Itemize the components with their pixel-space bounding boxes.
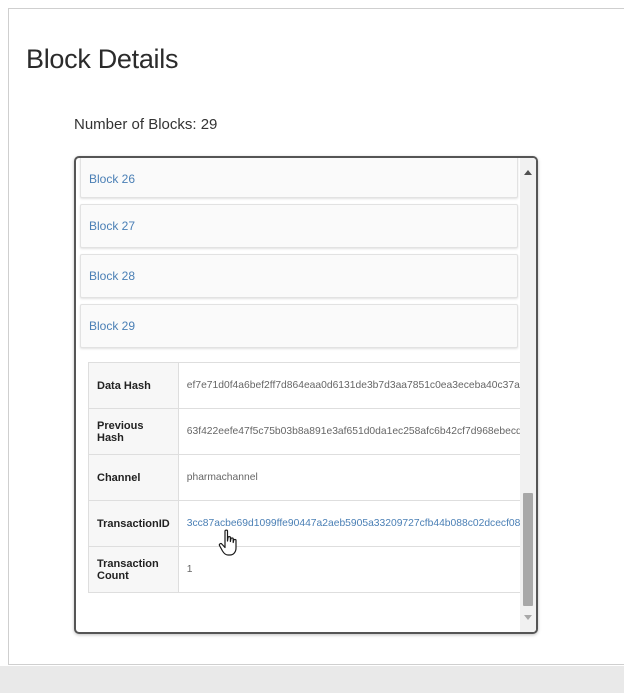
table-row: Previous Hash 63f422eefe47f5c75b03b8a891… [88, 408, 522, 455]
page-title: Block Details [26, 44, 179, 74]
block-item-26[interactable]: Block 26 [80, 158, 518, 198]
table-row: Transaction Count 1 [88, 546, 522, 593]
block-link[interactable]: Block 26 [89, 172, 135, 186]
table-row: TransactionID 3cc87acbe69d1099ffe90447a2… [88, 500, 522, 547]
table-row: Data Hash ef7e71d0f4a6bef2ff7d864eaa0d61… [88, 362, 522, 409]
block-details-table: Data Hash ef7e71d0f4a6bef2ff7d864eaa0d61… [88, 362, 522, 593]
vertical-scrollbar[interactable] [520, 158, 536, 632]
transaction-id-label: TransactionID [88, 500, 179, 547]
block-item-29[interactable]: Block 29 [80, 304, 518, 348]
arrow-down-icon[interactable] [524, 615, 532, 620]
transaction-id-link[interactable]: 3cc87acbe69d1099ffe90447a2aeb5905a332097… [177, 500, 522, 547]
block-link[interactable]: Block 27 [89, 219, 135, 233]
block-count-label: Number of Blocks: 29 [74, 116, 218, 133]
block-link[interactable]: Block 28 [89, 269, 135, 283]
block-item-28[interactable]: Block 28 [80, 254, 518, 298]
previous-hash-label: Previous Hash [88, 408, 179, 455]
channel-label: Channel [88, 454, 179, 501]
block-link[interactable]: Block 29 [89, 319, 135, 333]
table-row: Channel pharmachannel [88, 454, 522, 501]
scroll-thumb[interactable] [523, 493, 533, 606]
channel-value: pharmachannel [177, 454, 522, 501]
arrow-up-icon[interactable] [524, 170, 532, 175]
data-hash-label: Data Hash [88, 362, 179, 409]
block-item-27[interactable]: Block 27 [80, 204, 518, 248]
bottom-band [0, 666, 624, 693]
transaction-count-value: 1 [177, 546, 522, 593]
data-hash-value: ef7e71d0f4a6bef2ff7d864eaa0d6131de3b7d3a… [177, 362, 522, 409]
transaction-count-label: Transaction Count [88, 546, 179, 593]
block-list-scroll-content: Block 26 Block 27 Block 28 Block 29 Data… [76, 158, 522, 632]
block-details: Data Hash ef7e71d0f4a6bef2ff7d864eaa0d61… [88, 362, 522, 593]
block-list-panel[interactable]: Block 26 Block 27 Block 28 Block 29 Data… [74, 156, 538, 634]
previous-hash-value: 63f422eefe47f5c75b03b8a891e3af651d0da1ec… [177, 408, 522, 455]
